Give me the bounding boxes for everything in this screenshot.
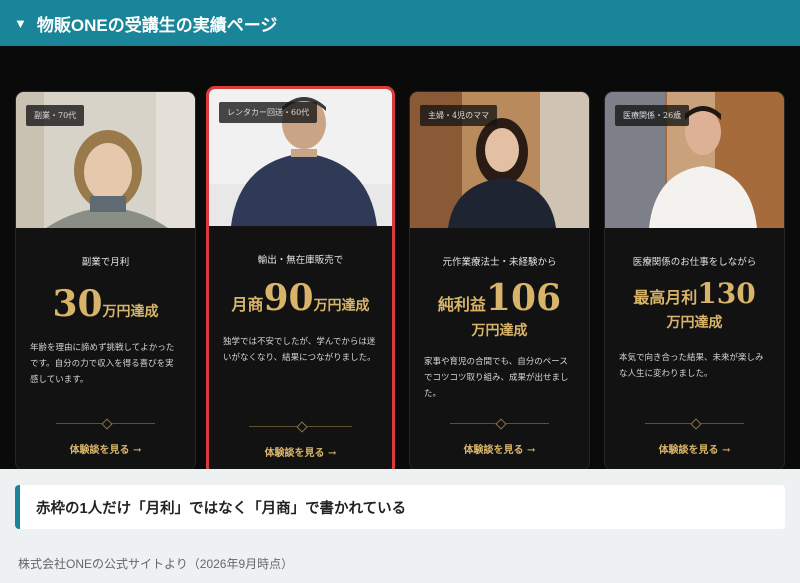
card-prefix: 最高月利	[633, 288, 698, 307]
ornament-divider	[450, 423, 549, 424]
testimonial-photo: 副業・70代	[16, 92, 195, 228]
source-caption: 株式会社ONEの公式サイトより（2026年9月時点）	[18, 557, 294, 571]
card-number: 30	[52, 283, 103, 325]
card-text: 独学では不安でしたが、学んでからは迷いがなくなり、結果につながりました。	[223, 337, 376, 364]
view-story-link[interactable]: 体験談を見る →	[16, 441, 195, 456]
view-story-link[interactable]: 体験談を見る →	[410, 441, 589, 456]
card-text: 年齢を理由に諦めず挑戦してよかったです。自分の力で収入を得る喜びを実感しています…	[30, 343, 175, 386]
highlight-note: 赤枠の1人だけ「月利」ではなく「月商」で書かれている	[15, 485, 785, 529]
note-text: 赤枠の1人だけ「月利」ではなく「月商」で書かれている	[36, 500, 407, 517]
card-sub: 万円達成	[471, 323, 528, 339]
card-tag: 主婦・4児のママ	[420, 105, 498, 126]
testimonial-card-3[interactable]: 主婦・4児のママ 元作業療法士・未経験から 純利益106 万円達成 家事や育児の…	[409, 91, 590, 469]
collapse-triangle-icon[interactable]: ▼	[14, 16, 27, 31]
card-number: 106	[485, 277, 562, 319]
testimonial-photo: レンタカー回送・60代	[209, 89, 392, 226]
card-prefix: 月商	[231, 295, 264, 314]
card-tag: 副業・70代	[26, 105, 85, 126]
card-text: 本気で向き合った結果、未来が楽しみな人生に変わりました。	[619, 353, 764, 380]
results-screenshot: 副業・70代 副業で月利 30万円達成 年齢を理由に諦めず挑戦してよかったです。…	[0, 46, 800, 469]
card-lead: 医療関係のお仕事をしながら	[632, 257, 757, 268]
card-lead: 副業で月利	[81, 257, 130, 268]
page-title: 物販ONEの受講生の実績ページ	[36, 15, 278, 35]
testimonial-card-2-highlighted[interactable]: レンタカー回送・60代 輸出・無在庫販売で 月商90万円達成 独学では不安でした…	[206, 86, 395, 469]
ornament-divider	[249, 426, 352, 427]
testimonial-photo: 医療関係・26歳	[605, 92, 784, 228]
testimonial-card-1[interactable]: 副業・70代 副業で月利 30万円達成 年齢を理由に諦めず挑戦してよかったです。…	[15, 91, 196, 469]
card-number: 130	[697, 277, 756, 310]
card-number: 90	[263, 277, 314, 319]
card-sub: 万円達成	[666, 315, 723, 331]
card-tag: 医療関係・26歳	[615, 105, 690, 126]
view-story-link[interactable]: 体験談を見る →	[209, 444, 392, 459]
card-suffix: 万円達成	[313, 298, 370, 314]
testimonial-card-4[interactable]: 医療関係・26歳 医療関係のお仕事をしながら 最高月利130 万円達成 本気で向…	[604, 91, 785, 469]
page-header: ▼ 物販ONEの受講生の実績ページ	[0, 0, 800, 46]
ornament-divider	[56, 423, 155, 424]
card-text: 家事や育児の合間でも、自分のペースでコツコツ取り組み、成果が出せました。	[424, 357, 569, 400]
card-lead: 輸出・無在庫販売で	[257, 255, 344, 266]
testimonial-photo: 主婦・4児のママ	[410, 92, 589, 228]
card-lead: 元作業療法士・未経験から	[442, 257, 557, 268]
card-suffix: 万円達成	[102, 304, 159, 320]
card-tag: レンタカー回送・60代	[219, 102, 318, 123]
card-prefix: 純利益	[437, 295, 486, 314]
ornament-divider	[645, 423, 744, 424]
view-story-link[interactable]: 体験談を見る →	[605, 441, 784, 456]
